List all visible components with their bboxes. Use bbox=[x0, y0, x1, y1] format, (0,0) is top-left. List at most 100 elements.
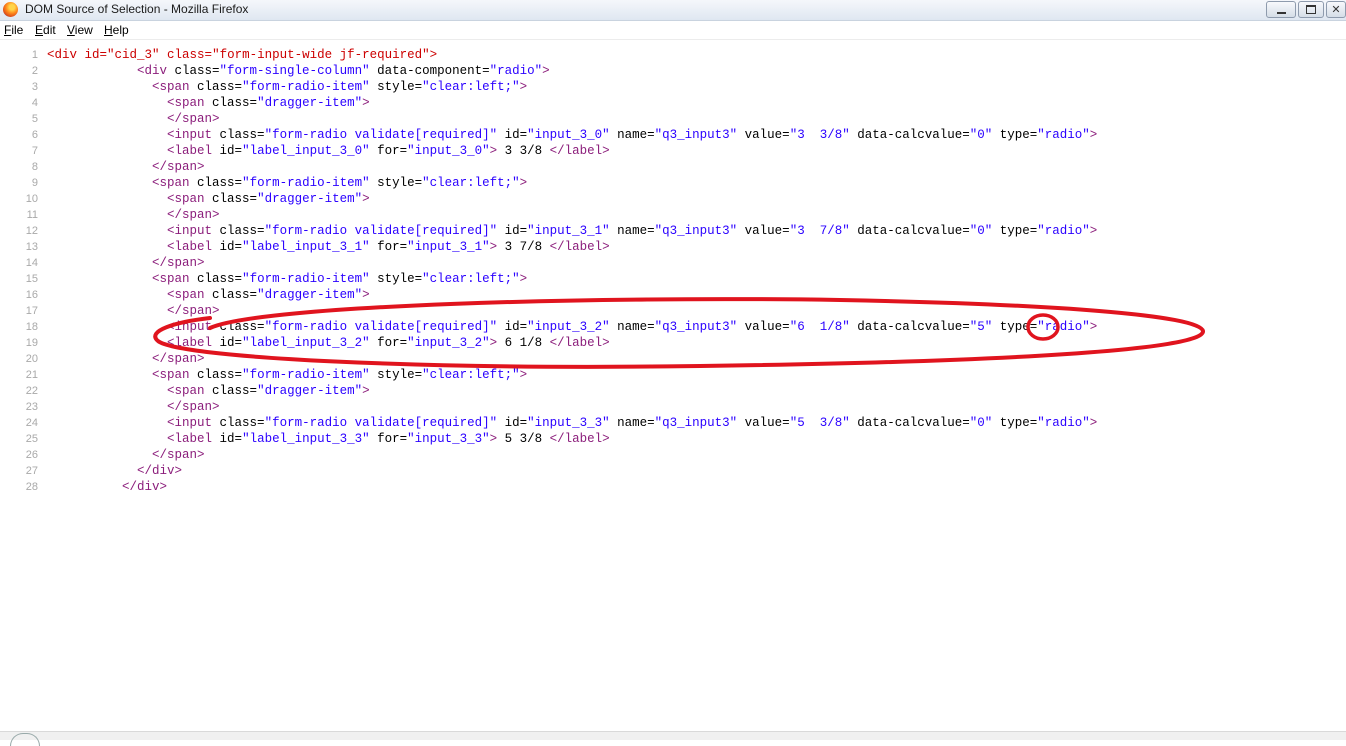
markup-tag: > bbox=[1089, 128, 1098, 142]
markup-attribute: class= bbox=[197, 368, 243, 382]
menu-edit[interactable]: Edit bbox=[35, 23, 56, 37]
markup-value: "label_input_3_0" bbox=[242, 144, 370, 158]
markup-value: "input_3_2" bbox=[407, 336, 490, 350]
markup-tag: > bbox=[1089, 416, 1098, 430]
menu-bar: File Edit View Help bbox=[0, 21, 1346, 40]
maximize-button[interactable] bbox=[1298, 1, 1324, 18]
line-number: 2 bbox=[31, 65, 38, 77]
line-code: <span class="form-radio-item" style="cle… bbox=[47, 367, 527, 383]
markup-tag: > bbox=[489, 432, 498, 446]
markup-value: "input_3_3" bbox=[527, 416, 610, 430]
markup-attribute: id= bbox=[497, 224, 528, 238]
markup-value: "radio" bbox=[1037, 320, 1090, 334]
minimize-button[interactable] bbox=[1266, 1, 1296, 18]
line-number: 17 bbox=[25, 305, 38, 317]
line-code: <input class="form-radio validate[requir… bbox=[47, 319, 1097, 335]
markup-tag: > bbox=[1089, 224, 1098, 238]
markup-attribute: value= bbox=[737, 128, 790, 142]
markup-value: "form-radio validate[required]" bbox=[264, 416, 498, 430]
markup-tag: <span bbox=[152, 368, 198, 382]
source-view[interactable]: 1 <div id="cid_3" class="form-input-wide … bbox=[0, 47, 1346, 727]
markup-tag: <label bbox=[167, 144, 220, 158]
line-code: <label id="label_input_3_0" for="input_3… bbox=[47, 143, 610, 159]
line-number: 14 bbox=[25, 257, 38, 269]
markup-attribute: name= bbox=[609, 224, 655, 238]
markup-value: "dragger-item" bbox=[257, 192, 363, 206]
markup-value: "3 7/8" bbox=[789, 224, 850, 238]
line-number: 23 bbox=[25, 401, 38, 413]
markup-value: "cid_3" bbox=[107, 48, 160, 62]
markup-attribute: data-calcvalue= bbox=[849, 128, 970, 142]
menu-file[interactable]: File bbox=[4, 23, 23, 37]
markup-tag: > bbox=[362, 192, 370, 206]
line-number: 7 bbox=[31, 145, 38, 157]
markup-tag: <label bbox=[167, 336, 220, 350]
markup-value: "form-input-wide jf-required" bbox=[212, 48, 430, 62]
line-number: 19 bbox=[25, 337, 38, 349]
markup-attribute: class= bbox=[197, 176, 243, 190]
line-code: <input class="form-radio validate[requir… bbox=[47, 223, 1097, 239]
markup-value: "0" bbox=[969, 128, 993, 142]
markup-value: "clear:left;" bbox=[422, 368, 520, 382]
line-code: <span class="dragger-item"> bbox=[47, 383, 370, 399]
markup-attribute: class= bbox=[219, 320, 265, 334]
markup-value: "label_input_3_2" bbox=[242, 336, 370, 350]
markup-tag: </span> bbox=[152, 352, 205, 366]
line-code: <span class="dragger-item"> bbox=[47, 95, 370, 111]
markup-tag: <span bbox=[152, 176, 198, 190]
markup-tag: </span> bbox=[152, 448, 205, 462]
markup-attribute: class= bbox=[159, 48, 213, 62]
markup-attribute: id= bbox=[219, 240, 243, 254]
markup-value: "input_3_3" bbox=[407, 432, 490, 446]
markup-attribute: id= bbox=[84, 48, 108, 62]
markup-attribute: value= bbox=[737, 416, 790, 430]
markup-value: "label_input_3_3" bbox=[242, 432, 370, 446]
markup-value: "q3_input3" bbox=[654, 320, 738, 334]
line-code: </div> bbox=[47, 479, 167, 495]
markup-tag: </label> bbox=[549, 432, 610, 446]
line-number: 8 bbox=[31, 161, 38, 173]
markup-tag: <span bbox=[167, 192, 213, 206]
markup-attribute: id= bbox=[219, 432, 243, 446]
markup-attribute: name= bbox=[609, 416, 655, 430]
markup-attribute: type= bbox=[992, 320, 1038, 334]
markup-tag: </span> bbox=[152, 160, 205, 174]
line-code: </span> bbox=[47, 255, 205, 271]
markup-attribute: id= bbox=[497, 128, 528, 142]
line-code: <div id="cid_3" class="form-input-wide j… bbox=[47, 47, 437, 63]
markup-tag: <label bbox=[167, 240, 220, 254]
markup-tag: </span> bbox=[152, 256, 205, 270]
markup-value: "q3_input3" bbox=[654, 128, 738, 142]
markup-attribute: value= bbox=[737, 224, 790, 238]
markup-tag: <span bbox=[152, 80, 198, 94]
markup-attribute: style= bbox=[369, 272, 423, 286]
markup-tag: <input bbox=[167, 320, 220, 334]
menu-help[interactable]: Help bbox=[104, 23, 129, 37]
markup-tag: > bbox=[489, 240, 498, 254]
markup-value: "0" bbox=[969, 224, 993, 238]
markup-tag: <span bbox=[167, 96, 213, 110]
markup-attribute: data-calcvalue= bbox=[849, 224, 970, 238]
markup-value: "form-single-column" bbox=[219, 64, 370, 78]
markup-value: "dragger-item" bbox=[257, 288, 363, 302]
line-code: <span class="dragger-item"> bbox=[47, 287, 370, 303]
markup-attribute: data-component= bbox=[369, 64, 490, 78]
markup-value: "form-radio-item" bbox=[242, 272, 370, 286]
markup-value: "dragger-item" bbox=[257, 96, 363, 110]
markup-tag: <span bbox=[152, 272, 198, 286]
markup-attribute: class= bbox=[212, 192, 258, 206]
markup-attribute: class= bbox=[197, 80, 243, 94]
menu-view[interactable]: View bbox=[67, 23, 93, 37]
line-code: </span> bbox=[47, 351, 205, 367]
markup-tag: <label bbox=[167, 432, 220, 446]
markup-value: "label_input_3_1" bbox=[242, 240, 370, 254]
close-button[interactable]: ✕ bbox=[1326, 1, 1346, 18]
markup-attribute: class= bbox=[212, 288, 258, 302]
